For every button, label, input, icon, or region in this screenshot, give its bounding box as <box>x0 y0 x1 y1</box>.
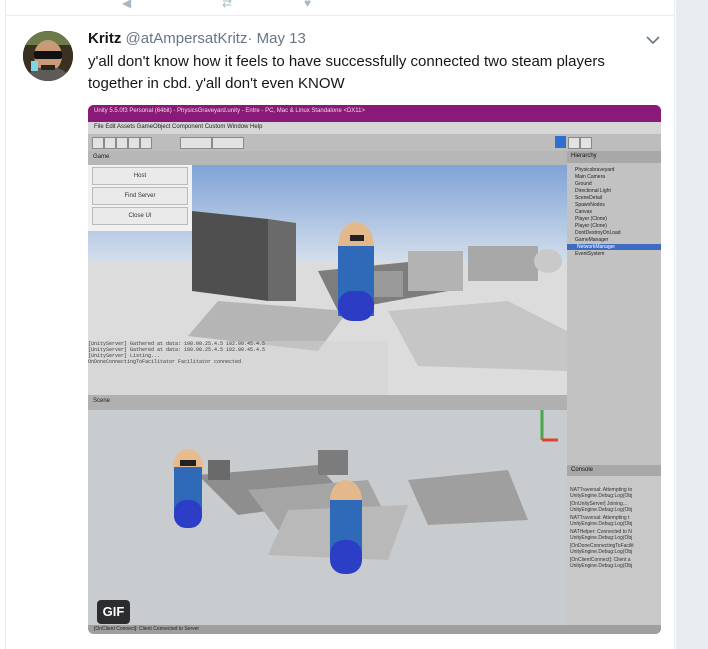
gif-media[interactable]: Unity 5.5.0f3 Personal (64bit) - Physics… <box>88 105 661 634</box>
gif-badge: GIF <box>97 600 130 624</box>
separator-dot: · <box>247 30 253 47</box>
global-toggle <box>212 137 244 149</box>
retweet-icon[interactable]: ⇄ <box>222 0 232 10</box>
hierarchy-item: Physicsbraveyard <box>575 167 615 173</box>
pause-icon <box>568 137 580 149</box>
unity-title-bar: Unity 5.5.0f3 Personal (64bit) - Physics… <box>88 105 661 122</box>
rect-tool-icon <box>140 137 152 149</box>
game-tab-label: Game <box>93 154 110 160</box>
unity-menu-text: File Edit Assets GameObject Component Cu… <box>94 124 263 130</box>
hierarchy-tab-label: Hierarchy <box>571 153 597 159</box>
step-icon <box>580 137 592 149</box>
network-button-panel: Host Find Server Close UI <box>88 165 192 231</box>
author-handle[interactable]: @atAmpersatKritz <box>126 30 248 47</box>
hierarchy-item: GameManager <box>575 237 609 243</box>
unity-toolbar <box>88 134 661 151</box>
move-tool-icon <box>104 137 116 149</box>
console-header: Console <box>567 465 661 476</box>
hand-tool-icon <box>92 137 104 149</box>
hierarchy-item-selected: NetworkManager <box>567 244 661 250</box>
console-line: UnityEngine.Debug:Log(Obj <box>570 493 633 499</box>
play-icon <box>555 136 566 148</box>
console-line: UnityEngine.Debug:Log(Obj <box>570 549 633 555</box>
hierarchy-item: SceneDetail <box>575 195 602 201</box>
hierarchy-item: SpawnNodes <box>575 202 605 208</box>
avatar-image <box>23 31 73 81</box>
console-line: UnityEngine.Debug:Log(Obj <box>570 563 633 569</box>
console-line: UnityEngine.Debug:Log(Obj <box>570 535 633 541</box>
rotate-tool-icon <box>116 137 128 149</box>
game-log-overlay: [UnityServer] Gathered at data: 100.00.2… <box>88 341 388 395</box>
hierarchy-item: EventSystem <box>575 251 605 257</box>
hierarchy-item: Player (Clone) <box>575 223 607 229</box>
hierarchy-panel: Hierarchy Physicsbraveyard Main Camera G… <box>567 151 661 465</box>
unity-status-bar: [OnClient Connect]: Client Connected to … <box>88 625 661 634</box>
scene-tab-header: Scene <box>88 395 567 410</box>
hierarchy-item: Ground <box>575 181 592 187</box>
scene-render <box>88 410 567 634</box>
chevron-down-icon[interactable] <box>644 31 662 49</box>
scene-view <box>88 410 567 634</box>
like-icon[interactable]: ♥ <box>304 0 311 10</box>
game-log-line: OnDoneConnectingToFacilitator Facilitato… <box>88 359 242 365</box>
feed-border-left <box>5 0 6 649</box>
console-tab-label: Console <box>571 467 594 473</box>
console-line: UnityEngine.Debug:Log(Obj <box>570 521 633 527</box>
tweet-date[interactable]: May 13 <box>257 30 306 47</box>
tweet-divider <box>6 15 674 16</box>
previous-tweet-actions: ◀ ⇄ ♥ <box>6 0 674 14</box>
tweet-header: Kritz @atAmpersatKritz· May 13 <box>88 30 306 50</box>
unity-status-text: [OnClient Connect]: Client Connected to … <box>94 626 200 632</box>
game-view: Game Host Find Server Close UI [UnitySer… <box>88 151 567 395</box>
right-background <box>676 0 708 649</box>
hierarchy-item: Player (Clone) <box>575 216 607 222</box>
feed-border-right <box>674 0 675 649</box>
hierarchy-item: Directional Light <box>575 188 611 194</box>
console-line: UnityEngine.Debug:Log(Obj <box>570 507 633 513</box>
hierarchy-item: Main Camera <box>575 174 606 180</box>
host-button: Host <box>92 167 188 185</box>
pivot-toggle <box>180 137 212 149</box>
avatar[interactable] <box>23 31 73 81</box>
unity-title-text: Unity 5.5.0f3 Personal (64bit) - Physics… <box>94 108 366 114</box>
hierarchy-item: DontDestroyOnLoad <box>575 230 621 236</box>
tweet-text: y'all don't know how it feels to have su… <box>88 53 605 92</box>
reply-icon[interactable]: ◀ <box>122 0 131 10</box>
unity-menu-bar: File Edit Assets GameObject Component Cu… <box>88 122 661 134</box>
game-tab-header: Game <box>88 151 567 165</box>
author-name[interactable]: Kritz <box>88 30 121 47</box>
hierarchy-item: Canvas <box>575 209 592 215</box>
hierarchy-header: Hierarchy <box>567 151 661 163</box>
close-ui-button: Close UI <box>92 207 188 225</box>
console-panel: Console NATTraversal: Attempting to Unit… <box>567 465 661 634</box>
scene-tab-label: Scene <box>93 398 111 404</box>
find-server-button: Find Server <box>92 187 188 205</box>
scale-tool-icon <box>128 137 140 149</box>
